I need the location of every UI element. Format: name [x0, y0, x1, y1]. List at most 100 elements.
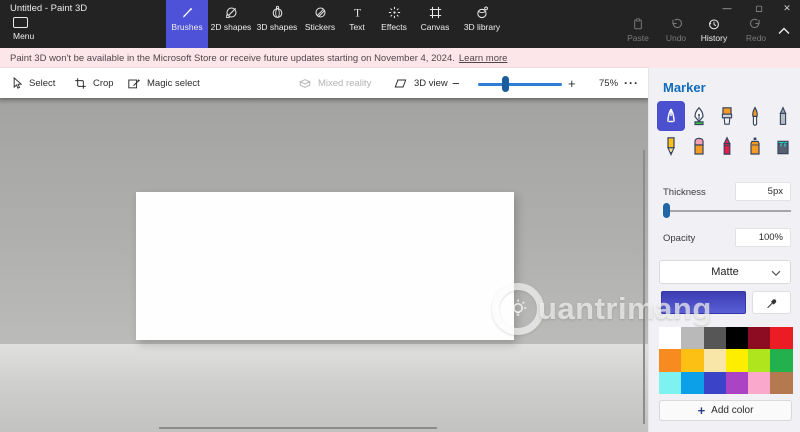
- palette-color-swatch[interactable]: [681, 349, 703, 371]
- palette-color-swatch[interactable]: [748, 327, 770, 349]
- eyedropper-button[interactable]: [752, 291, 791, 314]
- mixed-reality-button[interactable]: Mixed reality: [298, 68, 371, 98]
- brush-grid: [657, 101, 797, 161]
- brush-oil-brush[interactable]: [741, 101, 769, 131]
- menu-button[interactable]: Menu: [8, 17, 48, 45]
- menu-label: Menu: [13, 31, 34, 41]
- eyedropper-icon: [765, 296, 779, 310]
- tab-2d-shapes[interactable]: 2D shapes: [208, 0, 254, 48]
- undo-label: Undo: [666, 33, 686, 43]
- pencil-icon: [660, 135, 682, 157]
- 3d-view-icon: [393, 77, 408, 90]
- palette-color-swatch[interactable]: [726, 327, 748, 349]
- zoom-level-value[interactable]: 75%: [599, 68, 618, 98]
- ellipsis-icon: ···: [624, 76, 639, 90]
- magic-select-button[interactable]: Magic select: [127, 68, 200, 98]
- tab-label: Text: [349, 22, 365, 32]
- zoom-slider-thumb[interactable]: [502, 76, 509, 92]
- tab-effects[interactable]: Effects: [374, 0, 414, 48]
- brush-pencil[interactable]: [657, 131, 685, 161]
- tab-3d-shapes[interactable]: 3D shapes: [254, 0, 300, 48]
- calligraphy-pen-icon: [688, 105, 710, 127]
- brush-marker[interactable]: [657, 101, 685, 131]
- tab-label: 3D shapes: [257, 22, 298, 32]
- minimize-icon: —: [723, 3, 732, 13]
- brush-calligraphy-pen[interactable]: [685, 101, 713, 131]
- tab-label: Effects: [381, 22, 407, 32]
- notice-message: Paint 3D won't be available in the Micro…: [10, 53, 455, 64]
- vertical-scrollbar[interactable]: [643, 150, 645, 424]
- palette-color-swatch[interactable]: [704, 327, 726, 349]
- palette-color-swatch[interactable]: [681, 372, 703, 394]
- crayon-icon: [716, 135, 738, 157]
- select-label: Select: [29, 78, 55, 89]
- tab-text[interactable]: T Text: [340, 0, 374, 48]
- palette-color-swatch[interactable]: [659, 349, 681, 371]
- zoom-in-button[interactable]: +: [568, 68, 576, 98]
- thickness-slider-track[interactable]: [663, 210, 791, 212]
- brush-pixel-pen[interactable]: [769, 101, 797, 131]
- history-button[interactable]: History: [695, 17, 733, 45]
- history-label: History: [701, 33, 727, 43]
- palette-color-swatch[interactable]: [659, 372, 681, 394]
- redo-label: Redo: [746, 33, 766, 43]
- add-color-button[interactable]: + Add color: [659, 400, 792, 421]
- plus-icon: +: [568, 76, 576, 91]
- minimize-button[interactable]: —: [714, 0, 740, 16]
- palette-color-swatch[interactable]: [659, 327, 681, 349]
- magic-select-icon: [127, 77, 141, 90]
- plus-icon: +: [698, 403, 706, 418]
- palette-color-swatch[interactable]: [770, 349, 792, 371]
- palette-color-swatch[interactable]: [770, 372, 792, 394]
- redo-icon: [749, 17, 763, 31]
- finish-value: Matte: [711, 266, 739, 278]
- palette-color-swatch[interactable]: [681, 327, 703, 349]
- horizontal-scrollbar[interactable]: [159, 427, 437, 429]
- undo-button[interactable]: Undo: [657, 17, 695, 45]
- palette-color-swatch[interactable]: [748, 372, 770, 394]
- tab-label: Brushes: [171, 22, 202, 32]
- toolbar-shadow: [0, 98, 648, 105]
- current-color-swatch[interactable]: [661, 291, 746, 314]
- paste-label: Paste: [627, 33, 649, 43]
- select-tool-button[interactable]: Select: [10, 68, 55, 98]
- brush-fill-bucket[interactable]: [769, 131, 797, 161]
- add-color-label: Add color: [711, 405, 753, 416]
- brush-flat-brush[interactable]: [713, 101, 741, 131]
- tab-brushes[interactable]: Brushes: [166, 0, 208, 48]
- thickness-slider-thumb[interactable]: [663, 203, 670, 218]
- more-options-button[interactable]: ···: [624, 68, 639, 98]
- opacity-input[interactable]: 100%: [735, 228, 791, 247]
- palette-color-swatch[interactable]: [748, 349, 770, 371]
- close-button[interactable]: ✕: [774, 0, 800, 16]
- paste-button[interactable]: Paste: [619, 17, 657, 45]
- palette-color-swatch[interactable]: [726, 372, 748, 394]
- tab-stickers[interactable]: Stickers: [300, 0, 340, 48]
- ribbon-tabs: Brushes 2D shapes 3D shapes Stickers T T…: [166, 0, 508, 48]
- brush-crayon[interactable]: [713, 131, 741, 161]
- zoom-out-button[interactable]: −: [452, 68, 460, 98]
- palette-color-swatch[interactable]: [726, 349, 748, 371]
- learn-more-link[interactable]: Learn more: [459, 53, 508, 64]
- maximize-button[interactable]: ▢: [746, 0, 772, 16]
- zoom-slider-track[interactable]: [478, 83, 562, 86]
- brush-eraser[interactable]: [685, 131, 713, 161]
- palette-color-swatch[interactable]: [704, 372, 726, 394]
- drawing-canvas[interactable]: [136, 192, 514, 340]
- 3d-view-button[interactable]: 3D view: [393, 68, 448, 98]
- redo-button[interactable]: Redo: [737, 17, 775, 45]
- crop-tool-button[interactable]: Crop: [74, 68, 114, 98]
- chevron-down-icon: [771, 270, 781, 277]
- palette-color-swatch[interactable]: [704, 349, 726, 371]
- thickness-input[interactable]: 5px: [735, 182, 791, 201]
- tab-canvas[interactable]: Canvas: [414, 0, 456, 48]
- brush-spray-can[interactable]: [741, 131, 769, 161]
- palette-color-swatch[interactable]: [770, 327, 792, 349]
- collapse-ribbon-button[interactable]: [776, 24, 794, 38]
- finish-dropdown[interactable]: Matte: [659, 260, 791, 284]
- eraser-icon: [688, 135, 710, 157]
- 3d-library-icon: [475, 5, 490, 20]
- text-icon: T: [350, 5, 365, 20]
- tab-3d-library[interactable]: 3D library: [456, 0, 508, 48]
- magic-select-label: Magic select: [147, 78, 200, 89]
